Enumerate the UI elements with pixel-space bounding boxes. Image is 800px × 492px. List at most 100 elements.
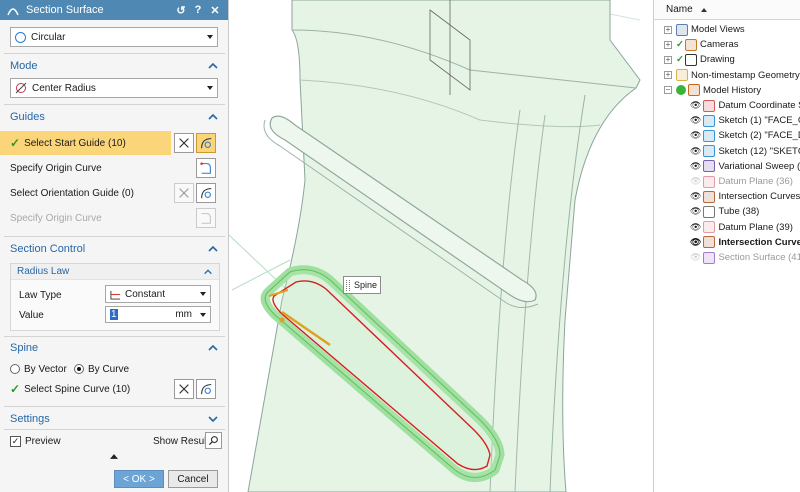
select-spine-curve-row[interactable]: ✓ Select Spine Curve (10) — [0, 377, 170, 401]
value-input[interactable]: 1 — [110, 309, 118, 320]
navigator-item[interactable]: 👁 Tube (38) — [690, 204, 759, 219]
eye-icon[interactable]: 👁 — [690, 237, 701, 248]
value-field[interactable]: 1 mm — [105, 306, 211, 323]
law-type-select[interactable]: Constant — [105, 285, 211, 303]
navigator-item[interactable]: + ✓ Cameras — [664, 37, 739, 52]
reverse-direction-icon — [179, 384, 189, 394]
name-column-header[interactable]: Name — [654, 0, 800, 20]
reverse-direction-button[interactable] — [174, 133, 194, 153]
model-preview — [229, 0, 641, 492]
navigator-item[interactable]: 👁 Section Surface (41) — [690, 250, 800, 265]
show-result-button[interactable] — [205, 432, 222, 449]
hidden-eye-icon[interactable]: 👁 — [690, 252, 701, 263]
sketch-icon — [703, 114, 716, 127]
section-surface-icon — [703, 251, 716, 264]
eye-icon[interactable]: 👁 — [690, 130, 701, 141]
reverse-orientation-button[interactable] — [174, 183, 194, 203]
help-icon[interactable]: ? — [191, 4, 205, 16]
model-history-icon — [688, 84, 700, 97]
spine-heading: Spine — [10, 342, 39, 354]
select-start-guide-row[interactable]: ✓ Select Start Guide (10) — [0, 131, 171, 155]
navigator-item[interactable]: + Non-timestamp Geometry — [664, 68, 800, 83]
curve-select-icon — [201, 384, 212, 395]
curve-select-icon — [201, 188, 212, 199]
origin-curve-button[interactable] — [196, 158, 216, 178]
sort-ascending-icon — [700, 7, 707, 12]
chevron-down-icon — [200, 292, 206, 296]
navigator-item-label: Model History — [703, 84, 762, 96]
navigator-item[interactable]: 👁 Sketch (2) "FACE_D" — [690, 128, 800, 143]
mode-select[interactable]: Center Radius — [10, 78, 218, 98]
navigator-item-label: Variational Sweep (35 — [718, 160, 800, 172]
mode-section-header[interactable]: Mode — [0, 56, 229, 76]
origin-curve-icon — [200, 162, 211, 174]
graphics-viewport[interactable]: Spine — [229, 0, 653, 492]
navigator-item[interactable]: − Model History — [664, 83, 761, 98]
hidden-eye-icon[interactable]: 👁 — [690, 176, 701, 187]
navigator-item[interactable]: 👁 Intersection Curves — [690, 235, 800, 250]
visible-check-icon[interactable]: ✓ — [676, 54, 684, 65]
eye-icon[interactable]: 👁 — [690, 146, 701, 157]
navigator-item-label: Model Views — [691, 24, 745, 35]
guides-section-header[interactable]: Guides — [0, 107, 229, 127]
expand-icon[interactable]: + — [664, 40, 672, 49]
eye-icon[interactable]: 👁 — [690, 191, 701, 202]
select-start-guide-label: Select Start Guide (10) — [24, 137, 126, 149]
specify-origin-curve-label: Specify Origin Curve — [10, 162, 102, 174]
expand-icon[interactable]: + — [664, 25, 672, 34]
orientation-curve-button[interactable] — [196, 183, 216, 203]
origin-curve-icon — [201, 213, 211, 224]
expand-icon[interactable]: + — [664, 71, 672, 80]
eye-icon[interactable]: 👁 — [690, 222, 701, 233]
navigator-item[interactable]: 👁 Datum Coordinate Sy — [690, 98, 800, 113]
sweep-icon — [703, 160, 716, 173]
navigator-item[interactable]: 👁 Variational Sweep (35 — [690, 159, 800, 174]
navigator-item[interactable]: 👁 Datum Plane (36) — [690, 174, 793, 189]
close-icon[interactable]: ✕ — [208, 4, 222, 17]
spine-section-header[interactable]: Spine — [0, 338, 229, 358]
visible-check-icon[interactable]: ✓ — [676, 39, 684, 50]
select-orientation-guide-row[interactable]: Select Orientation Guide (0) — [0, 181, 229, 205]
section-control-header[interactable]: Section Control — [0, 239, 229, 259]
eye-icon[interactable]: 👁 — [690, 206, 701, 217]
navigator-item-label: Non-timestamp Geometry — [691, 69, 800, 81]
cancel-button[interactable]: Cancel — [168, 470, 218, 488]
collapse-toggle-icon[interactable] — [110, 454, 118, 459]
navigator-item[interactable]: + ✓ Drawing — [664, 52, 735, 67]
settings-heading: Settings — [10, 413, 50, 425]
reset-icon[interactable]: ↺ — [174, 4, 188, 17]
dialog-titlebar[interactable]: Section Surface ↺ ? ✕ — [0, 0, 228, 20]
eye-icon[interactable]: 👁 — [690, 100, 701, 111]
specify-origin-curve-row[interactable]: Specify Origin Curve — [0, 156, 229, 180]
intersection-curve-icon — [703, 236, 716, 249]
type-select[interactable]: Circular — [10, 27, 218, 47]
navigator-item[interactable]: 👁 Intersection Curves (3 — [690, 189, 800, 204]
column-name: Name — [666, 4, 693, 15]
eye-icon[interactable]: 👁 — [690, 115, 701, 126]
navigator-item[interactable]: 👁 Sketch (1) "FACE_G" — [690, 113, 800, 128]
navigator-item-label: Drawing — [699, 54, 735, 66]
circle-icon — [15, 31, 26, 43]
navigator-item[interactable]: 👁 Sketch (12) "SKETCH_ — [690, 144, 800, 159]
spine-label-tag[interactable]: Spine — [343, 276, 381, 294]
reverse-spine-button[interactable] — [174, 379, 194, 399]
law-type-label: Law Type — [19, 290, 62, 301]
spine-curve-button[interactable] — [196, 379, 216, 399]
radius-law-heading: Radius Law — [17, 266, 70, 277]
spine-tag-text: Spine — [354, 280, 378, 290]
eye-icon[interactable]: 👁 — [690, 161, 701, 172]
unit-value[interactable]: mm — [175, 309, 192, 320]
settings-section-header[interactable]: Settings — [0, 409, 229, 429]
divider — [4, 236, 225, 237]
by-vector-label: By Vector — [24, 363, 67, 375]
by-curve-label: By Curve — [88, 363, 130, 375]
expand-icon[interactable]: + — [664, 55, 672, 64]
curve-rule-button[interactable] — [196, 133, 216, 153]
navigator-item[interactable]: + Model Views — [664, 22, 745, 37]
radius-law-header[interactable]: Radius Law — [11, 264, 219, 280]
collapse-icon[interactable]: − — [664, 86, 672, 95]
navigator-item[interactable]: 👁 Datum Plane (39) — [690, 220, 793, 235]
ok-button[interactable]: < OK > — [114, 470, 164, 488]
preview-checkbox[interactable]: ✓ Preview — [0, 429, 71, 453]
drag-handle-icon[interactable] — [346, 280, 350, 291]
